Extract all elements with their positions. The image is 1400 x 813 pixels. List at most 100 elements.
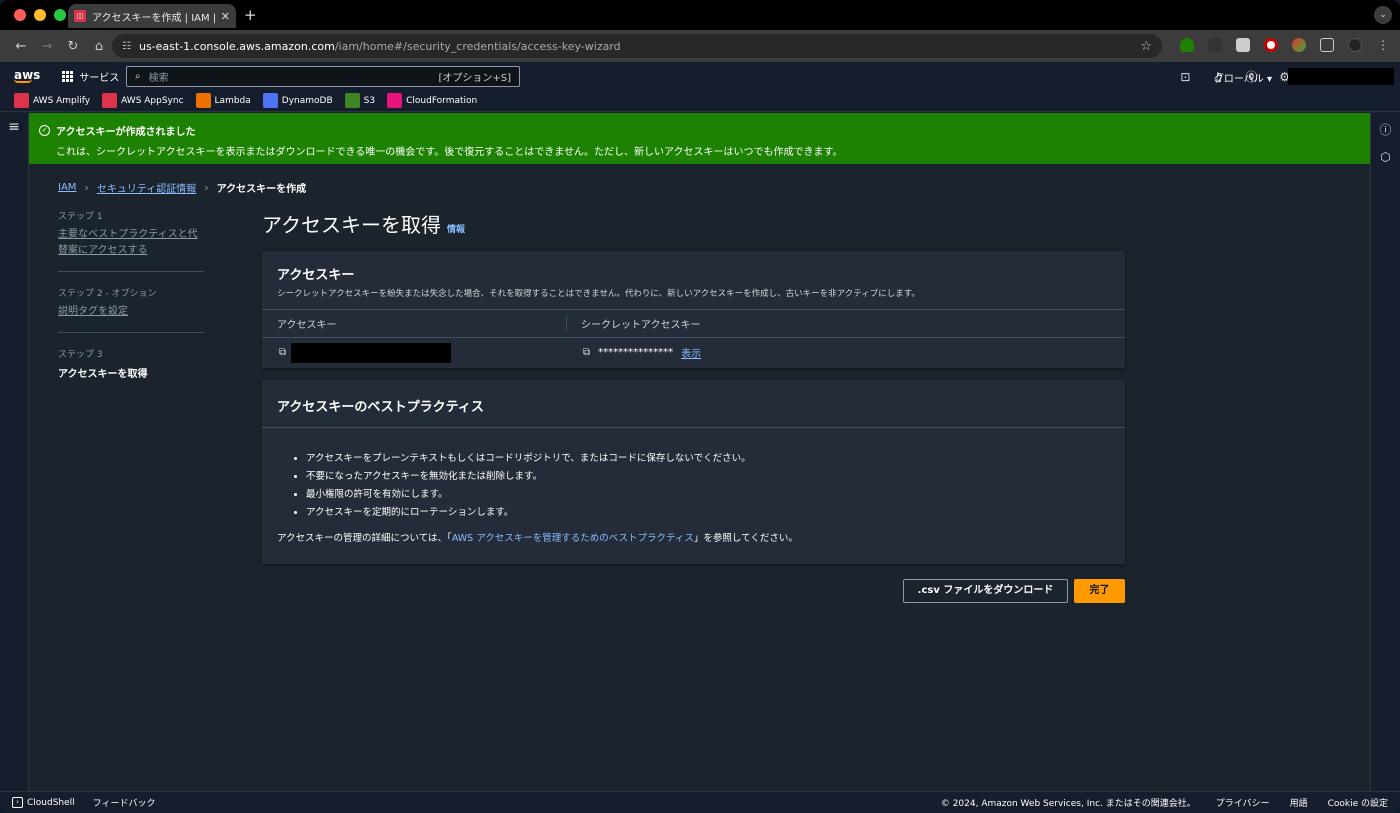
breadcrumb-chevron-icon: › xyxy=(204,181,209,194)
feedback-link[interactable]: フィードバック xyxy=(93,796,156,809)
browser-tab[interactable]: ◫ アクセスキーを作成 | IAM | Global ✕ xyxy=(68,4,236,28)
search-input[interactable]: ⌕ 検索 [オプション+S] xyxy=(126,66,520,87)
window-controls xyxy=(14,9,66,21)
step-number: ステップ 2 - オプション xyxy=(58,289,157,299)
search-icon: ⌕ xyxy=(135,71,141,82)
region-selector[interactable]: グローバル ▾ xyxy=(1214,70,1272,85)
aws-logo-text: aws xyxy=(14,67,41,82)
cloudshell-label: CloudShell xyxy=(27,797,75,808)
info-link[interactable]: 情報 xyxy=(447,222,465,235)
left-rail: ≡ xyxy=(0,113,29,791)
cloudshell-icon: › xyxy=(12,797,23,808)
tab-title: アクセスキーを作成 | IAM | Global xyxy=(92,12,217,24)
show-secret-link[interactable]: 表示 xyxy=(681,345,701,360)
best-practices-list: アクセスキーをプレーンテキストもしくはコードリポジトリで、またはコードに保存しな… xyxy=(306,450,1125,518)
back-icon[interactable]: ← xyxy=(8,39,34,54)
puzzle-icon[interactable] xyxy=(1320,38,1334,52)
hamburger-menu-icon[interactable]: ≡ xyxy=(0,119,28,135)
favorite-label: AWS Amplify xyxy=(33,95,91,106)
breadcrumb-current: アクセスキーを作成 xyxy=(216,184,307,195)
minimize-window-button[interactable] xyxy=(34,9,46,21)
favorite-aws-appsync[interactable]: AWS AppSync xyxy=(102,93,184,108)
info-panel-icon[interactable]: ⓘ xyxy=(1371,121,1400,138)
forward-icon[interactable]: → xyxy=(34,39,60,54)
list-item: アクセスキーをプレーンテキストもしくはコードリポジトリで、またはコードに保存しな… xyxy=(306,450,1125,464)
cloudshell-icon[interactable]: ⊡ xyxy=(1180,70,1190,84)
favorite-cloudformation[interactable]: CloudFormation xyxy=(387,93,477,108)
download-extension-icon[interactable] xyxy=(1236,38,1250,52)
done-button[interactable]: 完了 xyxy=(1074,579,1125,603)
url-input[interactable]: ☷ us-east-1.console.aws.amazon.com/iam/h… xyxy=(112,34,1162,58)
services-grid-icon xyxy=(62,70,74,82)
maximize-window-button[interactable] xyxy=(54,9,66,21)
lambda-icon xyxy=(195,93,211,108)
flash-message: これは、シークレットアクセスキーを表示またはダウンロードできる唯一の機会です。後… xyxy=(56,147,843,158)
aws-logo[interactable]: aws xyxy=(14,67,41,83)
appsync-icon xyxy=(102,93,118,108)
record-extension-icon[interactable] xyxy=(1264,38,1278,52)
reload-icon[interactable]: ↻ xyxy=(60,39,86,54)
success-check-icon: ✓ xyxy=(39,125,50,136)
tab-close-icon[interactable]: ✕ xyxy=(221,10,230,23)
step-number: ステップ 3 xyxy=(58,350,103,360)
url-path: /iam/home#/security_credentials/access-k… xyxy=(334,39,621,53)
panel-title: アクセスキーのベストプラクティス xyxy=(277,400,484,415)
profile-avatar[interactable] xyxy=(1348,38,1362,52)
extension-icon[interactable] xyxy=(1208,38,1222,52)
content: ✓ アクセスキーが作成されました これは、シークレットアクセスキーを表示またはダ… xyxy=(29,113,1370,791)
settings-panel-icon[interactable]: ⬡ xyxy=(1371,150,1400,164)
flash-title: アクセスキーが作成されました xyxy=(56,127,196,138)
secret-key-masked: *************** xyxy=(598,347,674,358)
wizard-step-3: ステップ 3 アクセスキーを取得 xyxy=(58,347,204,392)
page-title: アクセスキーを取得 情報 xyxy=(262,209,465,238)
page-title-text: アクセスキーを取得 xyxy=(262,213,441,237)
account-menu[interactable] xyxy=(1288,68,1394,85)
wizard-step-2: ステップ 2 - オプション 説明タグを設定 xyxy=(58,286,204,333)
aws-top-nav: aws サービス ⌕ 検索 [オプション+S] ⊡ ♫ ⓪ ⚙ グローバル ▾ xyxy=(0,62,1400,90)
copy-icon[interactable]: ⧉ xyxy=(583,347,590,358)
dynamodb-icon xyxy=(262,93,278,108)
favorite-lambda[interactable]: Lambda xyxy=(195,93,251,108)
download-csv-button[interactable]: .csv ファイルをダウンロード xyxy=(903,579,1068,603)
search-shortcut: [オプション+S] xyxy=(438,73,511,84)
favorite-dynamodb[interactable]: DynamoDB xyxy=(262,93,333,108)
color-extension-icon[interactable] xyxy=(1292,38,1306,52)
favorite-label: DynamoDB xyxy=(281,95,333,106)
breadcrumb: IAM › セキュリティ認証情報 › アクセスキーを作成 xyxy=(58,180,306,195)
copy-icon[interactable]: ⧉ xyxy=(279,347,286,358)
close-window-button[interactable] xyxy=(14,9,26,21)
wizard-steps: ステップ 1 主要なベストプラクティスと代替案にアクセスする ステップ 2 - … xyxy=(58,209,204,406)
favorite-label: AWS AppSync xyxy=(121,95,184,106)
services-menu-button[interactable]: サービス xyxy=(62,69,119,84)
privacy-link[interactable]: プライバシー xyxy=(1216,796,1270,809)
breadcrumb-iam[interactable]: IAM xyxy=(58,182,76,193)
cloudshell-button[interactable]: › CloudShell xyxy=(12,797,75,808)
cookie-settings-link[interactable]: Cookie の設定 xyxy=(1328,796,1388,809)
favorite-label: S3 xyxy=(363,95,376,106)
tab-search-button[interactable]: ⌄ xyxy=(1374,6,1392,24)
iam-favicon-icon: ◫ xyxy=(74,10,86,22)
shield-extension-icon[interactable] xyxy=(1180,38,1194,52)
browser-menu-icon[interactable]: ⋮ xyxy=(1376,38,1390,52)
best-practices-link[interactable]: AWS アクセスキーを管理するためのベストプラクティス xyxy=(452,533,694,544)
footer-text: アクセスキーの管理の詳細については、「 xyxy=(277,533,452,544)
favorite-s3[interactable]: S3 xyxy=(344,93,376,108)
table-header: アクセスキー シークレットアクセスキー xyxy=(262,310,1125,338)
site-settings-icon[interactable]: ☷ xyxy=(122,41,131,52)
step-link[interactable]: 説明タグを設定 xyxy=(58,304,204,320)
panel-description: シークレットアクセスキーを紛失または失念した場合、それを取得することはできません… xyxy=(277,289,920,299)
footer-text: 」を参照してください。 xyxy=(693,533,798,544)
search-placeholder: 検索 xyxy=(148,73,169,84)
s3-icon xyxy=(344,93,360,108)
success-flashbar: ✓ アクセスキーが作成されました これは、シークレットアクセスキーを表示またはダ… xyxy=(29,113,1370,164)
step-link[interactable]: 主要なベストプラクティスと代替案にアクセスする xyxy=(58,227,204,259)
column-header-secret: シークレットアクセスキー xyxy=(566,316,701,331)
favorite-aws-amplify[interactable]: AWS Amplify xyxy=(14,93,90,108)
new-tab-button[interactable]: + xyxy=(244,6,257,24)
step-number: ステップ 1 xyxy=(58,212,103,222)
bookmark-star-icon[interactable]: ☆ xyxy=(1140,39,1152,54)
breadcrumb-security-credentials[interactable]: セキュリティ認証情報 xyxy=(97,180,196,195)
home-icon[interactable]: ⌂ xyxy=(86,39,112,54)
step-active-label: アクセスキーを取得 xyxy=(58,369,148,380)
terms-link[interactable]: 用語 xyxy=(1290,796,1308,809)
